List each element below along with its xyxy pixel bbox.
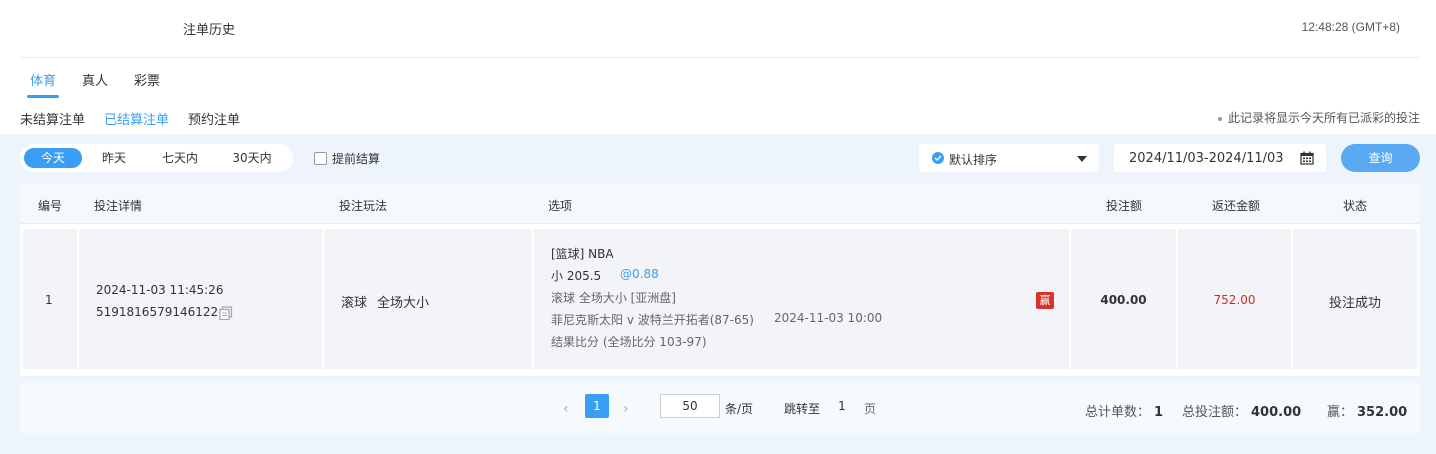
stake-amount: 400.00 <box>1100 293 1147 307</box>
date-range-picker[interactable]: 2024/11/03-2024/11/03 <box>1114 144 1326 172</box>
tab-sports[interactable]: 体育 <box>27 70 60 98</box>
bet-datetime: 2024-11-03 11:45:26 <box>96 283 224 297</box>
play-type: 滚球 <box>341 296 368 311</box>
column-header-status: 状态 <box>1343 199 1368 213</box>
quick-range-group: 今天 昨天 七天内 30天内 <box>20 144 293 172</box>
page-size-unit: 条/页 <box>725 402 754 416</box>
tab-label: 真人 <box>82 74 109 89</box>
option-market: 滚球 全场大小 [亚洲盘] <box>551 291 676 305</box>
play-market: 全场大小 <box>377 296 430 311</box>
tab-lottery[interactable]: 彩票 <box>134 70 160 89</box>
tab-label: 未结算注单 <box>20 113 86 128</box>
option-match-time: 2024-11-03 10:00 <box>774 311 883 325</box>
pagination-bar: ‹ 1 › 50 条/页 跳转至 1 页 总计单数： 1 总投注额： 400.00 … <box>20 383 1420 433</box>
tab-label: 已结算注单 <box>104 113 170 128</box>
cell-index: 1 <box>23 229 77 369</box>
chevron-right-icon[interactable]: › <box>623 401 629 417</box>
top-bar: 注单历史 12:48:28 (GMT+8) <box>20 0 1420 58</box>
sort-label: 默认排序 <box>949 153 998 167</box>
row-index: 1 <box>45 293 53 307</box>
column-header-details: 投注详情 <box>94 199 143 213</box>
column-header-play: 投注玩法 <box>339 199 388 213</box>
table-row: 1 2024-11-03 11:45:26 5191816579146122 滚… <box>20 224 1420 376</box>
column-header-return: 返还金额 <box>1212 199 1261 213</box>
bullet-icon <box>1217 116 1222 121</box>
return-amount: 752.00 <box>1213 293 1256 307</box>
tab-settled[interactable]: 已结算注单 <box>104 109 170 138</box>
summary-count-value: 1 <box>1154 405 1164 420</box>
caret-down-icon <box>1077 156 1087 162</box>
early-settle-label: 提前结算 <box>332 152 381 166</box>
main-panel: 今天 昨天 七天内 30天内 提前结算 默认排序 2024/11/03-2024… <box>0 134 1436 454</box>
option-match: 菲尼克斯太阳 v 波特兰开拓者(87-65) <box>551 313 754 327</box>
tab-label: 体育 <box>30 74 57 89</box>
category-tabs: 体育 真人 彩票 <box>20 58 1420 98</box>
cell-option: [篮球] NBA 小 205.5 @0.88 滚球 全场大小 [亚洲盘] 菲尼克… <box>534 229 1069 369</box>
column-header-option: 选项 <box>548 199 573 213</box>
copy-icon[interactable] <box>219 306 233 324</box>
summary-win-label: 赢： <box>1327 405 1354 420</box>
tab-label: 预约注单 <box>188 113 241 128</box>
bet-history-table: 编号 投注详情 投注玩法 选项 投注额 返还金额 状态 1 2024-11-03… <box>20 184 1420 376</box>
range-yesterday-button[interactable]: 昨天 <box>84 148 144 168</box>
column-header-index: 编号 <box>38 199 63 213</box>
jump-page-input[interactable]: 1 <box>832 394 852 418</box>
summary-stake: 总投注额： 400.00 <box>1182 401 1301 420</box>
tab-unsettled[interactable]: 未结算注单 <box>20 109 85 128</box>
filter-row: 今天 昨天 七天内 30天内 提前结算 默认排序 2024/11/03-2024… <box>20 144 1420 172</box>
range-7days-button[interactable]: 七天内 <box>146 148 214 168</box>
status-text: 投注成功 <box>1328 296 1381 311</box>
summary-stake-value: 400.00 <box>1251 405 1302 420</box>
option-sport: [篮球] NBA <box>551 247 614 261</box>
check-circle-icon <box>932 152 944 164</box>
summary-stake-label: 总投注额： <box>1182 405 1248 420</box>
option-result: 结果比分 (全场比分 103-97) <box>551 335 707 349</box>
summary-win-value: 352.00 <box>1357 405 1408 420</box>
cell-return: 752.00 <box>1178 229 1291 369</box>
bet-id: 5191816579146122 <box>96 305 219 319</box>
range-30days-button[interactable]: 30天内 <box>218 148 286 168</box>
cell-status: 投注成功 <box>1293 229 1417 369</box>
tab-label: 彩票 <box>134 74 161 89</box>
option-odds: @0.88 <box>620 267 659 281</box>
clock: 12:48:28 (GMT+8) <box>1301 20 1400 34</box>
early-settle-toggle[interactable]: 提前结算 <box>314 150 380 167</box>
notice-label: 此记录将显示今天所有已派彩的投注 <box>1227 111 1420 125</box>
chevron-left-icon[interactable]: ‹ <box>563 401 569 417</box>
table-header: 编号 投注详情 投注玩法 选项 投注额 返还金额 状态 <box>20 184 1420 224</box>
sort-select[interactable]: 默认排序 <box>919 144 1099 172</box>
notice-text: 此记录将显示今天所有已派彩的投注 <box>1217 109 1420 126</box>
option-pick: 小 205.5 <box>551 269 602 283</box>
page-unit: 页 <box>864 402 877 416</box>
query-button[interactable]: 查询 <box>1341 144 1420 172</box>
tab-live-casino[interactable]: 真人 <box>82 70 108 89</box>
page-size-input[interactable]: 50 <box>660 394 720 418</box>
calendar-icon <box>1300 151 1314 169</box>
jump-label: 跳转至 <box>784 402 821 416</box>
cell-details: 2024-11-03 11:45:26 5191816579146122 <box>79 229 322 369</box>
status-tabs: 未结算注单 已结算注单 预约注单 此记录将显示今天所有已派彩的投注 <box>20 98 1420 138</box>
page-current-button[interactable]: 1 <box>585 394 609 418</box>
summary-count-label: 总计单数： <box>1085 405 1151 420</box>
cell-stake: 400.00 <box>1071 229 1176 369</box>
win-badge: 赢 <box>1036 292 1054 309</box>
summary-win: 赢： 352.00 <box>1327 401 1407 420</box>
summary-count: 总计单数： 1 <box>1085 401 1163 420</box>
tab-reserved[interactable]: 预约注单 <box>188 109 240 128</box>
column-header-stake: 投注额 <box>1106 199 1143 213</box>
early-settle-checkbox[interactable] <box>314 152 327 165</box>
range-today-button[interactable]: 今天 <box>24 148 82 168</box>
cell-play: 滚球 全场大小 <box>324 229 532 369</box>
date-range-value: 2024/11/03-2024/11/03 <box>1129 151 1284 166</box>
page-title: 注单历史 <box>183 23 236 38</box>
